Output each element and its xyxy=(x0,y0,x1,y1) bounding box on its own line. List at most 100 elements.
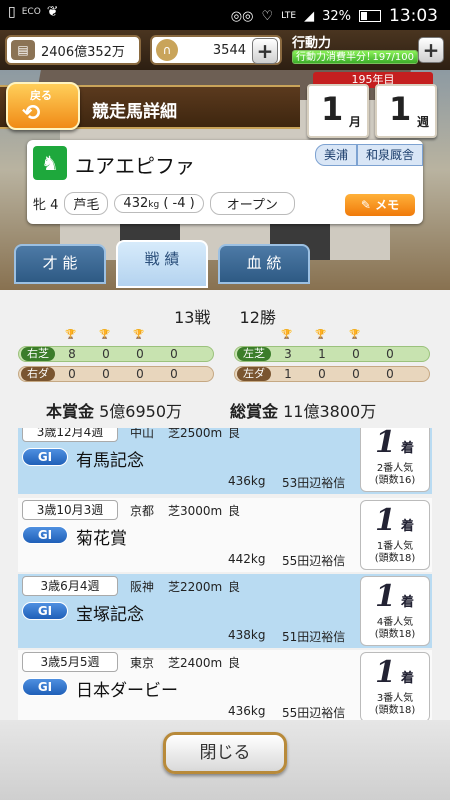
signal-icon: ◢ xyxy=(304,8,315,24)
sex-age: 牝 4 xyxy=(33,198,59,213)
stat-value: 0 xyxy=(170,347,178,361)
month-card: 1 月 xyxy=(307,84,369,138)
popularity-rank: 4番人気 xyxy=(376,617,414,628)
total-prize: 総賞金 11億3800万 xyxy=(230,398,376,422)
finish-unit: 着 xyxy=(401,441,415,456)
stat-label: 右ダ xyxy=(21,367,55,381)
race-name: 宝塚記念 xyxy=(76,605,144,625)
race-course: 芝2400m xyxy=(168,656,223,670)
back-arrow-icon: ⟲ xyxy=(22,101,41,126)
weight-diff: ( -4 ) xyxy=(163,196,195,211)
stable-label: 和泉厩舎 xyxy=(356,144,423,166)
back-button[interactable]: 戻る ⟲ xyxy=(6,82,80,130)
gold-trophy-icon: 🏆 xyxy=(65,330,77,340)
tab-pedigree[interactable]: 血 統 xyxy=(218,244,310,284)
popularity: 1番人気 (頭数18) xyxy=(361,541,429,565)
track-condition: 良 xyxy=(228,656,241,670)
phone-rotate-icon: ▯ xyxy=(8,4,16,20)
stat-value: 8 xyxy=(68,347,76,361)
week-unit: 週 xyxy=(416,115,429,129)
action-value: 197/100 xyxy=(372,52,414,63)
week-card: 1 週 xyxy=(375,84,437,138)
win-summary: 13戦 12勝 xyxy=(0,304,450,328)
stat-value: 0 xyxy=(136,347,144,361)
race-date: 3歳12月4週 xyxy=(22,428,118,442)
jockey: 51田辺裕信 xyxy=(282,630,346,644)
battery-icon xyxy=(359,10,381,22)
race-row[interactable]: 3歳12月4週 中山 芝2500m 良 GI 有馬記念 436kg 53田辺裕信… xyxy=(18,428,432,494)
race-weight: 442kg xyxy=(228,552,266,566)
leaf-icon: ❦ xyxy=(46,4,59,20)
jockey: 53田辺裕信 xyxy=(282,476,346,490)
stat-value: 0 xyxy=(102,347,110,361)
week-number: 1 xyxy=(389,90,412,128)
horse-info-card: ♞ ユアエピファ 美浦 和泉厩舎 牝 4 芦毛 432kg ( -4 ) オープ… xyxy=(27,140,423,224)
bronze-trophy-icon: 🏆 xyxy=(349,330,361,340)
race-weight: 436kg xyxy=(228,704,266,718)
eco-label: ECO xyxy=(21,7,41,17)
popularity-rank: 1番人気 xyxy=(376,541,414,552)
horseshoe-value: 3544 xyxy=(212,42,246,58)
battery-percent: 32% xyxy=(322,8,351,24)
heart-icon: ♡ xyxy=(261,8,274,24)
money-display: ▤ 2406億352万 xyxy=(5,35,141,65)
total-prize-value: 11億3800万 xyxy=(283,402,377,421)
race-row[interactable]: 3歳6月4週 阪神 芝2200m 良 GI 宝塚記念 438kg 51田辺裕信 … xyxy=(18,574,432,648)
main-prize: 本賞金 5億6950万 xyxy=(46,398,182,422)
race-date: 3歳10月3週 xyxy=(22,500,118,520)
memo-button[interactable]: ✎ メモ xyxy=(345,194,415,216)
action-sub-label: 行動力消費半分！ xyxy=(296,52,376,63)
finish-position: 1 xyxy=(375,655,396,690)
tab-talent[interactable]: 才 能 xyxy=(14,244,106,284)
stat-value: 0 xyxy=(170,367,178,381)
add-action-button[interactable]: + xyxy=(418,37,444,63)
race-row[interactable]: 3歳10月3週 京都 芝3000m 良 GI 菊花賞 442kg 55田辺裕信 … xyxy=(18,498,432,572)
finish-unit: 着 xyxy=(401,595,415,610)
field-size: (頭数18) xyxy=(374,553,416,564)
memo-label: メモ xyxy=(375,198,400,212)
stat-right-turf: 右芝 8 0 0 0 xyxy=(18,346,214,362)
race-course: 芝2200m xyxy=(168,580,223,594)
month-number: 1 xyxy=(321,90,344,128)
horseshoe-icon: ∩ xyxy=(156,39,178,61)
calendar: 195年目 1 月 1 週 xyxy=(303,72,443,138)
popularity-rank: 2番人気 xyxy=(376,463,414,474)
jockey: 55田辺裕信 xyxy=(282,706,346,720)
lte-label: LTE xyxy=(281,11,297,21)
voicemail-icon: ◎◎ xyxy=(230,8,254,24)
stat-value: 0 xyxy=(386,347,394,361)
horse-attributes: 牝 4 芦毛 432kg ( -4 ) オープン xyxy=(33,192,295,215)
race-venue: 中山 xyxy=(130,428,155,440)
stat-value: 0 xyxy=(102,367,110,381)
tab-record[interactable]: 戦 績 xyxy=(116,240,208,288)
finish-position: 1 xyxy=(375,503,396,538)
track-condition: 良 xyxy=(228,580,241,594)
stat-value: 0 xyxy=(318,367,326,381)
main-prize-label: 本賞金 xyxy=(46,402,95,421)
popularity: 2番人気 (頭数16) xyxy=(361,463,429,487)
bronze-trophy-icon: 🏆 xyxy=(133,330,145,340)
weight-value: 432 xyxy=(123,196,149,211)
horse-icon: ♞ xyxy=(33,146,67,180)
race-course: 芝2500m xyxy=(168,428,223,440)
close-button[interactable]: 閉じる xyxy=(163,732,287,774)
popularity: 4番人気 (頭数18) xyxy=(361,617,429,641)
field-size: (頭数16) xyxy=(374,475,416,486)
race-row[interactable]: 3歳5月5週 東京 芝2400m 良 GI 日本ダービー 436kg 55田辺裕… xyxy=(18,650,432,720)
race-history-list[interactable]: 3歳12月4週 中山 芝2500m 良 GI 有馬記念 436kg 53田辺裕信… xyxy=(18,428,432,720)
region-label: 美浦 xyxy=(314,144,357,166)
stat-value: 0 xyxy=(136,367,144,381)
finish-result: 1 着 2番人気 (頭数16) xyxy=(360,428,430,492)
silver-trophy-icon: 🏆 xyxy=(99,330,111,340)
trophy-icons-left: 🏆 🏆 🏆 xyxy=(54,330,156,340)
race-date: 3歳5月5週 xyxy=(22,652,118,672)
race-name: 菊花賞 xyxy=(76,529,127,549)
stat-label: 左ダ xyxy=(237,367,271,381)
clock: 13:03 xyxy=(389,6,438,26)
footer: 閉じる xyxy=(0,720,450,800)
money-icon: ▤ xyxy=(11,40,35,60)
popularity: 3番人気 (頭数18) xyxy=(361,693,429,717)
stat-left-turf: 左芝 3 1 0 0 xyxy=(234,346,430,362)
stat-value: 0 xyxy=(386,367,394,381)
add-horseshoe-button[interactable]: + xyxy=(252,38,278,64)
